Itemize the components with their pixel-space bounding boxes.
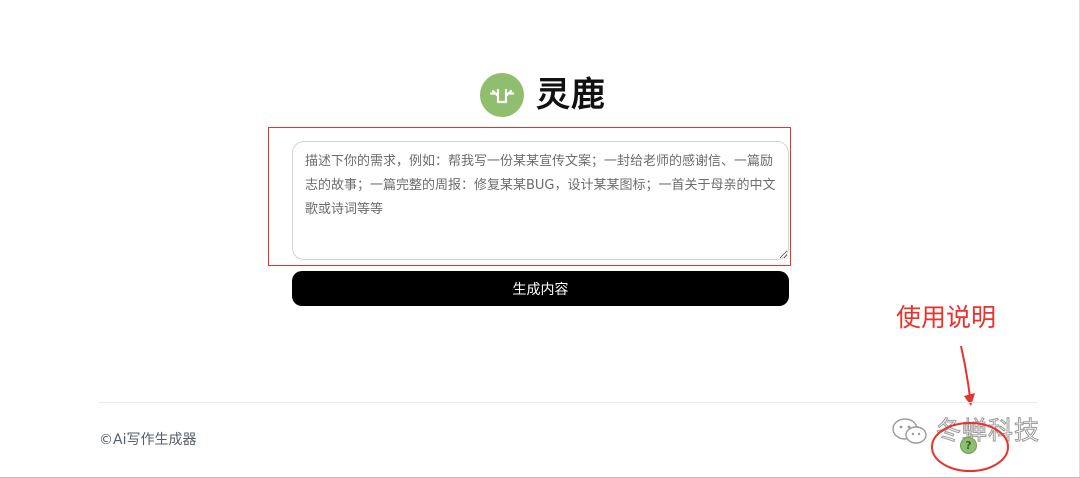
annotation-label: 使用说明 [896, 303, 997, 332]
generate-button[interactable]: 生成内容 [292, 271, 789, 306]
annotation-arrow [960, 345, 975, 406]
copyright-text: ©Ai写作生成器 [99, 432, 197, 448]
deer-antler-icon [480, 73, 524, 117]
footer-divider [98, 402, 1038, 403]
app-logo: 灵鹿 [480, 72, 606, 118]
wechat-icon [892, 418, 927, 444]
page: 灵鹿 生成内容 使用说明 ©Ai写作生成器 冬蝉科技 ? [0, 0, 1080, 478]
prompt-input[interactable] [292, 141, 789, 260]
app-name: 灵鹿 [536, 75, 606, 115]
annotation-circle [931, 422, 1009, 472]
